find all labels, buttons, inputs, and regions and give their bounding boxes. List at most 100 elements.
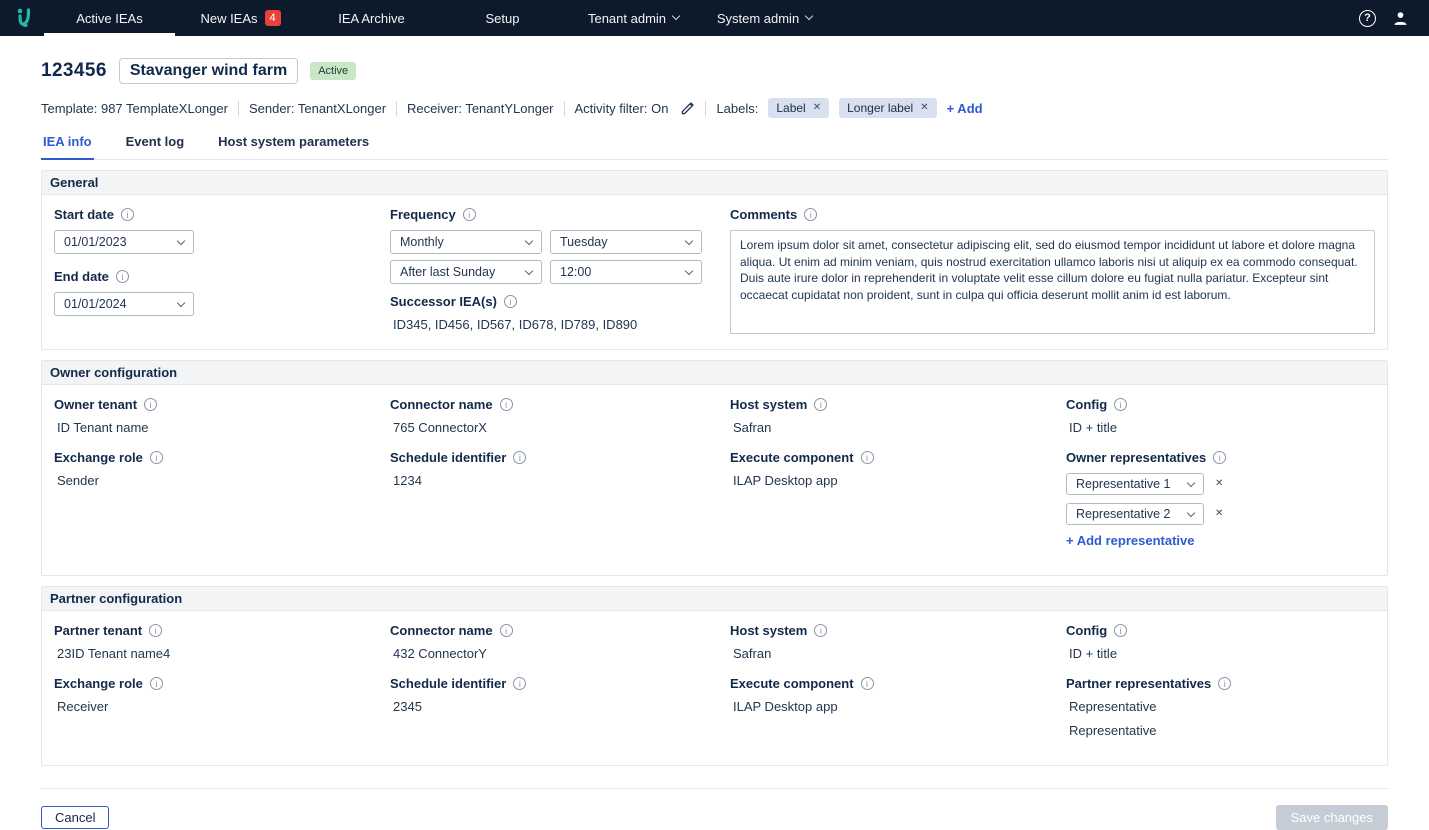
label-chip: Longer label ✕ [839,98,937,118]
owner-tenant-value: ID Tenant name [57,420,149,435]
exchange-role-label: Exchange role [54,450,143,465]
remove-label-icon[interactable]: ✕ [813,103,821,113]
info-icon[interactable]: i [1213,451,1227,464]
remove-representative-icon[interactable]: ✕ [1215,509,1223,519]
start-date-value: 01/01/2023 [64,235,127,249]
comments-textarea[interactable]: Lorem ipsum dolor sit amet, consectetur … [730,230,1375,334]
info-icon[interactable]: i [499,398,513,411]
frequency-row-2: After last Sunday 12:00 [390,260,730,284]
remove-representative-icon[interactable]: ✕ [1215,479,1223,489]
info-icon[interactable]: i [120,208,134,221]
partner-col-2: Connector name i 432 ConnectorY Schedule… [390,623,730,753]
info-icon[interactable]: i [513,451,527,464]
iea-id: 123456 [41,60,107,81]
chevron-down-icon [176,298,186,307]
nav-item-label: IEA Archive [338,10,405,26]
nav-item-active-ieas[interactable]: Active IEAs [44,0,175,36]
owner-col-2: Connector name i 765 ConnectorX Schedule… [390,397,730,563]
info-icon[interactable]: i [1114,624,1128,637]
info-icon[interactable]: i [144,398,158,411]
info-icon[interactable]: i [804,208,818,221]
owner-representatives-label: Owner representatives [1066,450,1207,465]
exchange-role-label: Exchange role [54,676,143,691]
owner-representative-select-2[interactable]: Representative 2 [1066,503,1204,525]
host-system-label: Host system [730,623,808,638]
start-date-label: Start date [54,207,114,222]
frequency-row-1: Monthly Tuesday [390,230,730,254]
general-col-frequency: Frequency i Monthly Tuesday After last S… [390,207,730,337]
info-icon[interactable]: i [1218,677,1232,690]
tab-host-system-parameters[interactable]: Host system parameters [216,134,371,159]
representative-row: Representative 2 ✕ [1066,503,1375,525]
info-icon[interactable]: i [513,677,527,690]
comments-label: Comments [730,207,798,222]
info-icon[interactable]: i [115,270,129,283]
execute-component-value: ILAP Desktop app [733,699,838,714]
info-icon[interactable]: i [499,624,513,637]
top-navigation: Active IEAs New IEAs 4 IEA Archive Setup… [0,0,1429,36]
config-value: ID + title [1069,420,1118,435]
info-icon[interactable]: i [814,624,828,637]
edit-pencil-icon[interactable] [680,101,695,116]
execute-component-value: ILAP Desktop app [733,473,838,488]
nav-item-system-admin[interactable]: System admin [699,0,830,36]
iea-title-field[interactable]: Stavanger wind farm [118,58,299,84]
remove-label-icon[interactable]: ✕ [920,103,928,113]
general-col-dates: Start date i 01/01/2023 End date i 01/01… [54,207,390,337]
nav-item-tenant-admin[interactable]: Tenant admin [568,0,699,36]
nav-item-new-ieas[interactable]: New IEAs 4 [175,0,306,36]
add-representative-button[interactable]: + Add representative [1066,533,1375,548]
nav-item-setup[interactable]: Setup [437,0,568,36]
info-icon[interactable]: i [149,624,163,637]
app-logo-icon[interactable] [15,7,34,29]
frequency-weekday-select[interactable]: Tuesday [550,230,702,254]
partner-representative-value: Representative [1069,723,1157,738]
info-icon[interactable]: i [462,208,476,221]
info-icon[interactable]: i [149,677,163,690]
frequency-occurrence-select[interactable]: After last Sunday [390,260,542,284]
end-date-select[interactable]: 01/01/2024 [54,292,194,316]
save-changes-button[interactable]: Save changes [1275,805,1388,830]
exchange-role-value: Receiver [57,699,109,714]
owner-representative-select-1[interactable]: Representative 1 [1066,473,1204,495]
nav-item-iea-archive[interactable]: IEA Archive [306,0,437,36]
field-partner-connector-name: Connector name i 432 ConnectorY [390,623,730,661]
frequency-interval-select[interactable]: Monthly [390,230,542,254]
info-icon[interactable]: i [503,295,517,308]
meta-row: Template: 987 TemplateXLonger Sender: Te… [41,98,1388,118]
user-profile-icon[interactable] [1392,10,1409,27]
labels-caption: Labels: [716,100,759,116]
field-owner-exchange-role: Exchange role i Sender [54,450,390,488]
field-owner-config: Config i ID + title [1066,397,1375,435]
chevron-down-icon [671,11,681,21]
info-icon[interactable]: i [860,451,874,464]
successor-label: Successor IEA(s) [390,294,497,309]
info-icon[interactable]: i [860,677,874,690]
section-owner-body: Owner tenant i ID Tenant name Exchange r… [42,385,1387,575]
field-start-date: Start date i 01/01/2023 [54,207,390,254]
section-owner-configuration: Owner configuration Owner tenant i ID Te… [41,360,1388,576]
owner-col-1: Owner tenant i ID Tenant name Exchange r… [54,397,390,563]
info-icon[interactable]: i [1114,398,1128,411]
cancel-button[interactable]: Cancel [41,806,110,829]
add-label-button[interactable]: + Add [947,101,983,116]
tab-iea-info[interactable]: IEA info [41,134,94,160]
partner-col-1: Partner tenant i 23ID Tenant name4 Excha… [54,623,390,753]
frequency-time-select[interactable]: 12:00 [550,260,702,284]
nav-item-label: New IEAs [200,10,258,26]
label-chip-text: Longer label [847,101,914,115]
nav-item-label: Tenant admin [587,10,667,26]
config-label: Config [1066,623,1108,638]
info-icon[interactable]: i [149,451,163,464]
connector-name-value: 432 ConnectorY [393,646,487,661]
exchange-role-value: Sender [57,473,99,488]
chevron-down-icon [1186,478,1196,487]
start-date-select[interactable]: 01/01/2023 [54,230,194,254]
info-icon[interactable]: i [814,398,828,411]
chevron-down-icon [684,236,694,245]
host-system-value: Safran [733,420,772,435]
help-icon[interactable]: ? [1359,9,1376,27]
divider [396,100,398,116]
tab-event-log[interactable]: Event log [124,134,187,159]
meta-sender: Sender: TenantXLonger [248,100,387,116]
